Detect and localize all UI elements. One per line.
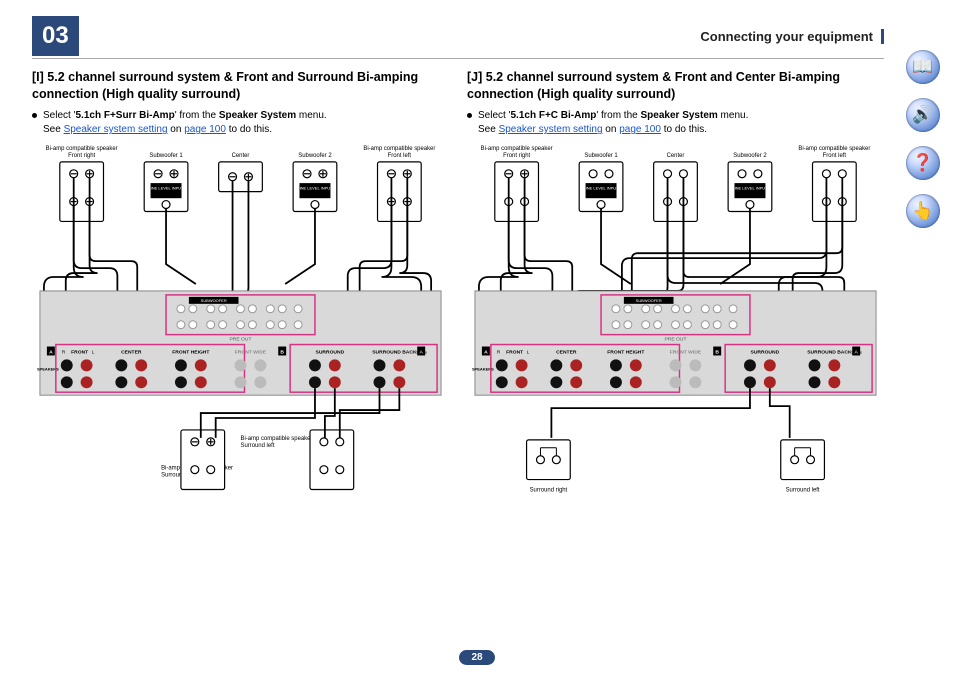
speaker-front-left: High Low — [378, 162, 422, 222]
svg-text:PRE OUT: PRE OUT — [664, 336, 686, 342]
link-page-100[interactable]: page 100 — [184, 124, 226, 135]
nav-index-icon[interactable]: 👆 — [906, 194, 940, 228]
svg-text:LINE LEVEL INPUT: LINE LEVEL INPUT — [297, 185, 333, 190]
speaker-front-right: High Low — [60, 162, 104, 222]
bullet-text: Select '5.1ch F+C Bi-Amp' from the Speak… — [478, 109, 748, 138]
svg-text:Low: Low — [829, 208, 839, 214]
svg-text:LINE LEVEL INPUT: LINE LEVEL INPUT — [148, 185, 184, 190]
svg-text:High: High — [326, 449, 337, 455]
question-icon: ❓ — [912, 153, 933, 173]
column-left: [I] 5.2 channel surround system & Front … — [32, 69, 449, 542]
svg-text:SURROUND BACK: SURROUND BACK — [807, 349, 852, 355]
svg-text:Subwoofer 2: Subwoofer 2 — [733, 153, 766, 159]
link-speaker-setting[interactable]: Speaker system setting — [64, 124, 168, 135]
svg-text:Surround right: Surround right — [530, 487, 568, 493]
column-right: [J] 5.2 channel surround system & Front … — [467, 69, 884, 542]
svg-text:B: B — [715, 349, 719, 355]
page-header: 03 Connecting your equipment — [32, 16, 884, 59]
svg-text:CENTER: CENTER — [556, 349, 577, 355]
svg-text:SURROUND BACK: SURROUND BACK — [372, 349, 417, 355]
header-title: Connecting your equipment — [700, 29, 884, 44]
manual-page: 03 Connecting your equipment [I] 5.2 cha… — [0, 0, 954, 675]
svg-text:Bi-amp compatible speaker: Bi-amp compatible speaker — [240, 436, 312, 442]
svg-text:Low: Low — [77, 208, 87, 214]
svg-text:Bi-amp compatible speaker: Bi-amp compatible speaker — [481, 146, 553, 152]
svg-text:FRONT HEIGHT: FRONT HEIGHT — [607, 349, 644, 355]
svg-text:Subwoofer 1: Subwoofer 1 — [584, 153, 618, 159]
svg-text:Bi-amp compatible speaker: Bi-amp compatible speaker — [46, 146, 118, 152]
svg-text:Center: Center — [667, 153, 685, 159]
svg-text:Front right: Front right — [503, 153, 530, 159]
link-page-100[interactable]: page 100 — [619, 124, 661, 135]
svg-text:LINE LEVEL INPUT: LINE LEVEL INPUT — [732, 185, 768, 190]
subwoofer-2: LINE LEVEL INPUT — [293, 162, 337, 212]
svg-text:LINE LEVEL INPUT: LINE LEVEL INPUT — [583, 185, 619, 190]
svg-text:Front left: Front left — [823, 153, 847, 159]
speaker-center — [219, 162, 263, 192]
svg-text:SURROUND: SURROUND — [751, 349, 780, 355]
svg-text:FRONT: FRONT — [506, 349, 523, 355]
svg-text:FRONT: FRONT — [71, 349, 88, 355]
heading-j: [J] 5.2 channel surround system & Front … — [467, 69, 884, 103]
svg-text:L: L — [527, 349, 530, 355]
svg-text:Front left: Front left — [388, 153, 412, 159]
svg-text:FRONT WIDE: FRONT WIDE — [670, 349, 702, 355]
svg-text:High: High — [829, 180, 840, 186]
svg-text:SUBWOOFER: SUBWOOFER — [636, 298, 662, 303]
nav-help-icon[interactable]: ❓ — [906, 146, 940, 180]
svg-text:SUBWOOFER: SUBWOOFER — [201, 298, 227, 303]
bullet-text: Select '5.1ch F+Surr Bi-Amp' from the Sp… — [43, 109, 327, 138]
svg-text:R: R — [497, 349, 501, 355]
svg-text:High: High — [197, 449, 208, 455]
svg-text:High: High — [394, 180, 405, 186]
svg-text:B: B — [280, 349, 284, 355]
svg-text:High: High — [76, 180, 87, 186]
chapter-badge: 03 — [32, 16, 79, 56]
svg-text:Subwoofer 1: Subwoofer 1 — [149, 153, 183, 159]
subwoofer-1: LINE LEVEL INPUT — [144, 162, 188, 212]
svg-text:Bi-amp compatible speaker: Bi-amp compatible speaker — [363, 146, 435, 152]
speaker-icon: 🔊 — [912, 105, 933, 125]
page-number-badge: 28 — [459, 650, 494, 665]
svg-text:Surround left: Surround left — [240, 443, 274, 449]
svg-text:Center: Center — [232, 153, 250, 159]
svg-text:A: A — [49, 349, 53, 355]
nav-device-icon[interactable]: 🔊 — [906, 98, 940, 132]
svg-text:FRONT HEIGHT: FRONT HEIGHT — [172, 349, 209, 355]
svg-text:High: High — [670, 180, 681, 186]
link-speaker-setting[interactable]: Speaker system setting — [499, 124, 603, 135]
svg-text:High: High — [511, 180, 522, 186]
heading-i: [I] 5.2 channel surround system & Front … — [32, 69, 449, 103]
svg-text:Surround left: Surround left — [786, 487, 820, 493]
svg-text:Subwoofer 2: Subwoofer 2 — [298, 153, 331, 159]
receiver-panel: PRE OUT SUBWOOFER — [37, 291, 441, 395]
receiver-panel: PRE OUT SUBWOOFER A FRONT CENTER FRONT H… — [472, 291, 876, 395]
svg-text:Low: Low — [512, 208, 522, 214]
wiring-diagram-j: Bi-amp compatible speakerFront right Sub… — [467, 142, 884, 539]
wiring-diagram-i: Bi-amp compatible speakerFront right Sub… — [32, 142, 449, 539]
bullet-dot-icon — [32, 113, 37, 118]
side-nav: 📖 🔊 ❓ 👆 — [906, 50, 940, 228]
svg-text:R: R — [62, 349, 66, 355]
book-icon: 📖 — [912, 57, 933, 77]
nav-manual-icon[interactable]: 📖 — [906, 50, 940, 84]
svg-text:Low: Low — [394, 208, 404, 214]
svg-text:PRE OUT: PRE OUT — [229, 336, 251, 342]
bullet-left: Select '5.1ch F+Surr Bi-Amp' from the Sp… — [32, 109, 449, 138]
svg-text:Low: Low — [671, 208, 681, 214]
svg-text:FRONT WIDE: FRONT WIDE — [235, 349, 267, 355]
svg-text:Low: Low — [198, 476, 208, 482]
svg-text:CENTER: CENTER — [121, 349, 142, 355]
hand-icon: 👆 — [912, 201, 933, 221]
bullet-right: Select '5.1ch F+C Bi-Amp' from the Speak… — [467, 109, 884, 138]
svg-text:A: A — [484, 349, 488, 355]
svg-text:L: L — [92, 349, 95, 355]
bullet-dot-icon — [467, 113, 472, 118]
svg-text:Bi-amp compatible speaker: Bi-amp compatible speaker — [798, 146, 870, 152]
page-footer: 28 — [0, 650, 954, 665]
svg-text:Front right: Front right — [68, 153, 95, 159]
svg-text:Low: Low — [327, 476, 337, 482]
svg-text:SURROUND: SURROUND — [316, 349, 345, 355]
